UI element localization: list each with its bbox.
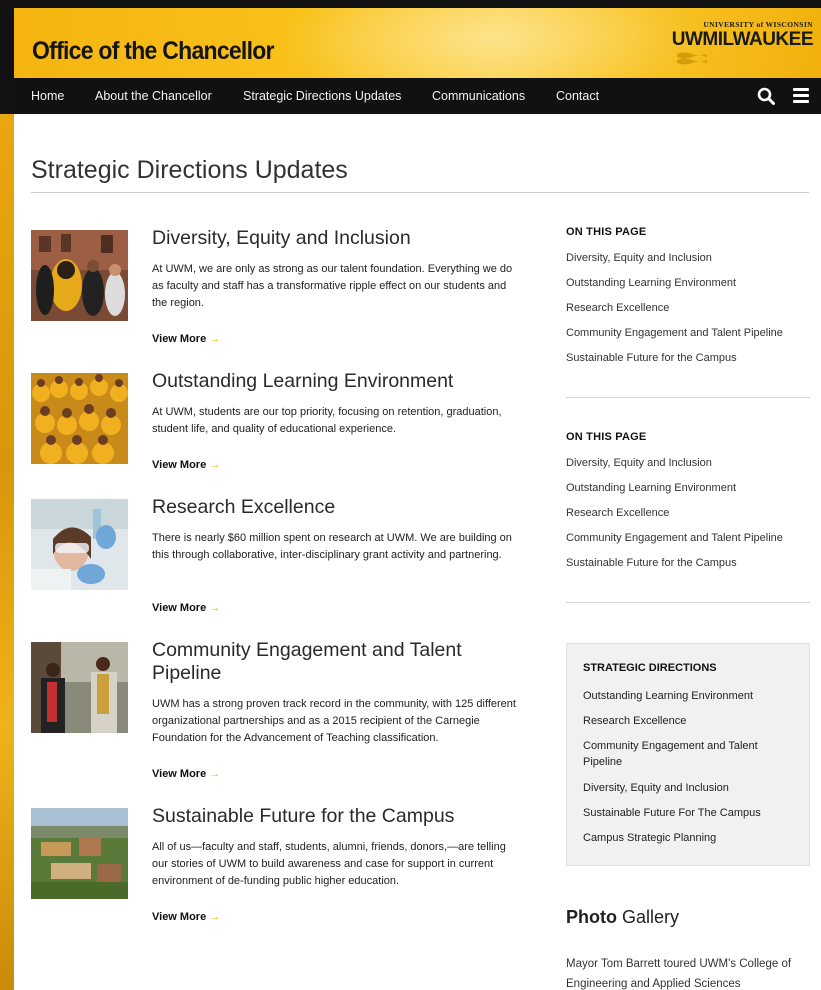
toc-link-learning[interactable]: Outstanding Learning Environment [566,476,810,501]
uwm-logo[interactable]: UNIVERSITY of WISCONSIN UWMILWAUKEE [671,20,814,68]
strategic-link-community[interactable]: Community Engagement and Talent Pipeline [583,738,788,770]
toc-link-community[interactable]: Community Engagement and Talent Pipeline [566,321,810,346]
strategic-link-diversity[interactable]: Diversity, Equity and Inclusion [583,780,788,796]
learning-environment-photo[interactable] [31,373,128,464]
item-title[interactable]: Diversity, Equity and Inclusion [152,227,512,250]
campus-aerial-photo[interactable] [31,808,128,899]
view-more-link[interactable]: View More → [152,911,220,923]
item-title[interactable]: Research Excellence [152,496,512,519]
view-more-link[interactable]: View More → [152,333,220,345]
photo-gallery-caption[interactable]: Mayor Tom Barrett toured UWM's College o… [566,954,821,990]
view-more-link[interactable]: View More → [152,459,220,471]
on-this-page-nav-1: ON THIS PAGE Diversity, Equity and Inclu… [566,226,810,371]
toc-link-community[interactable]: Community Engagement and Talent Pipeline [566,526,810,551]
research-photo[interactable] [31,499,128,590]
on-this-page-heading: ON THIS PAGE [566,226,647,238]
arrow-right-icon: → [209,602,221,614]
sidebar-divider [566,397,810,398]
view-more-link[interactable]: View More → [152,602,220,614]
nav-home[interactable]: Home [31,89,64,103]
arrow-right-icon: → [209,459,221,471]
nav-contact[interactable]: Contact [556,89,599,103]
nav-communications[interactable]: Communications [432,89,525,103]
logo-flag-icon [677,52,707,65]
toc-link-diversity[interactable]: Diversity, Equity and Inclusion [566,246,810,271]
page-title: Strategic Directions Updates [31,156,348,184]
community-engagement-photo[interactable] [31,642,128,733]
item-description: There is nearly $60 million spent on res… [152,532,512,561]
main-nav: Home About the Chancellor Strategic Dire… [14,78,821,114]
strategic-directions-heading: STRATEGIC DIRECTIONS [583,662,717,674]
strategic-link-planning[interactable]: Campus Strategic Planning [583,830,788,846]
toc-link-learning[interactable]: Outstanding Learning Environment [566,271,810,296]
toc-link-research[interactable]: Research Excellence [566,296,810,321]
toc-link-diversity[interactable]: Diversity, Equity and Inclusion [566,451,810,476]
nav-strategic-directions[interactable]: Strategic Directions Updates [243,89,401,103]
nav-about-chancellor[interactable]: About the Chancellor [95,89,212,103]
diversity-photo[interactable] [31,230,128,321]
on-this-page-nav-2: ON THIS PAGE Diversity, Equity and Inclu… [566,431,810,576]
strategic-directions-box: STRATEGIC DIRECTIONS Outstanding Learnin… [566,643,810,866]
site-title[interactable]: Office of the Chancellor [32,37,275,66]
strategic-link-learning[interactable]: Outstanding Learning Environment [583,688,788,704]
toc-link-sustainable[interactable]: Sustainable Future for the Campus [566,551,810,576]
item-title[interactable]: Outstanding Learning Environment [152,370,512,393]
logo-uwm-text: UWMILWAUKEE [671,29,814,50]
item-description: All of us—faculty and staff, students, a… [152,841,506,887]
toc-link-research[interactable]: Research Excellence [566,501,810,526]
item-title[interactable]: Sustainable Future for the Campus [152,805,512,828]
strategic-link-research[interactable]: Research Excellence [583,713,788,729]
item-description: At UWM, we are only as strong as our tal… [152,263,513,309]
page-content: Strategic Directions Updates Diversity, … [14,114,821,990]
photo-gallery-title: Photo Gallery [566,907,680,927]
logo-university-text: UNIVERSITY of WISCONSIN [703,20,813,29]
arrow-right-icon: → [209,333,221,345]
browser-frame: Office of the Chancellor UNIVERSITY of W… [0,0,821,990]
item-description: At UWM, students are our top priority, f… [152,406,502,435]
strategic-link-sustainable[interactable]: Sustainable Future For The Campus [583,805,788,821]
header-swoosh [281,8,701,78]
title-divider [31,192,809,193]
view-more-link[interactable]: View More → [152,768,220,780]
arrow-right-icon: → [209,911,221,923]
item-title[interactable]: Community Engagement and Talent Pipeline [152,639,512,685]
hamburger-menu-icon[interactable] [793,88,809,103]
background-gold-edge [0,114,14,990]
on-this-page-heading: ON THIS PAGE [566,431,647,443]
item-description: UWM has a strong proven track record in … [152,698,516,744]
sidebar-divider [566,602,810,603]
site-header: Office of the Chancellor UNIVERSITY of W… [14,8,821,78]
arrow-right-icon: → [209,768,221,780]
toc-link-sustainable[interactable]: Sustainable Future for the Campus [566,346,810,371]
search-icon[interactable] [757,87,775,105]
